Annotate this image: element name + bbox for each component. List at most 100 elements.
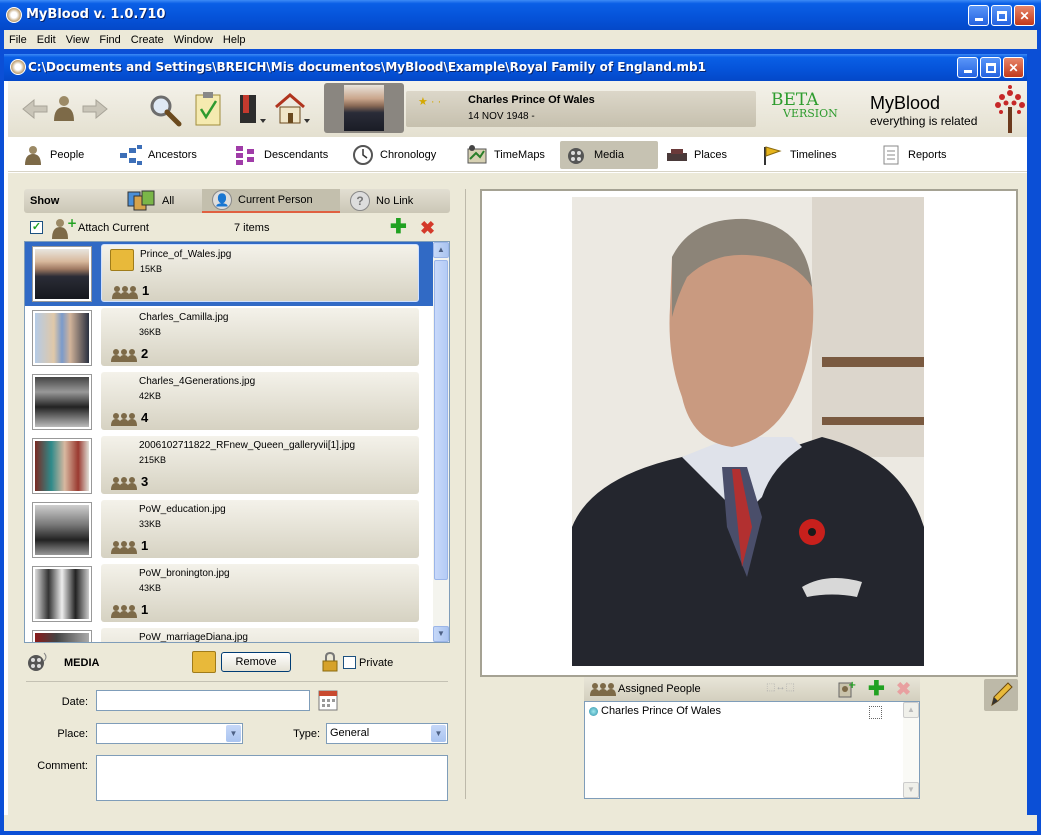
person-circle-icon: 👤 — [212, 190, 232, 210]
media-item[interactable]: PoW_education.jpg 33KB 1 — [25, 498, 434, 562]
date-label: Date: — [48, 696, 88, 708]
remove-icon[interactable]: ✖ — [896, 680, 911, 698]
primary-photo-icon[interactable] — [110, 249, 134, 271]
app-icon[interactable] — [6, 7, 22, 23]
chevron-down-icon[interactable]: ▼ — [431, 725, 446, 742]
assigned-people-header: Assigned People ⬚↔⬚ + ✚ ✖ — [584, 677, 920, 701]
menu-create[interactable]: Create — [126, 34, 169, 46]
assigned-people-list[interactable]: Charles Prince Of Wales ▲ ▼ — [584, 701, 920, 799]
toolbar: ★ · · Charles Prince Of Wales 14 NOV 194… — [8, 81, 1027, 137]
current-person-banner[interactable]: ★ · · Charles Prince Of Wales 14 NOV 194… — [406, 91, 756, 127]
status-bar — [4, 815, 1037, 831]
current-person-photo[interactable] — [324, 83, 404, 133]
show-no-link-option[interactable]: ? No Link — [350, 189, 413, 213]
question-icon: ? — [350, 191, 370, 211]
media-thumbnail — [32, 566, 92, 622]
tab-people[interactable]: People — [16, 141, 90, 169]
doc-maximize-button[interactable] — [980, 57, 1001, 78]
attach-current-checkbox[interactable]: ✓ — [30, 221, 43, 234]
person-icon[interactable] — [52, 95, 76, 121]
show-current-person-option[interactable]: 👤 Current Person — [202, 189, 340, 213]
document-title: C:\Documents and Settings\BREICH\Mis doc… — [28, 60, 706, 74]
checklist-icon[interactable] — [194, 91, 222, 127]
current-person-dates: 14 NOV 1948 - — [468, 111, 535, 122]
list-item[interactable]: Charles Prince Of Wales — [589, 705, 721, 717]
star-icon: ★ · · — [418, 95, 441, 108]
tab-descendants[interactable]: Descendants — [230, 141, 334, 169]
home-icon[interactable] — [274, 93, 310, 127]
media-list-scrollbar[interactable]: ▲ ▼ — [433, 242, 449, 642]
primary-checkbox[interactable] — [869, 706, 882, 719]
menu-window[interactable]: Window — [169, 34, 218, 46]
attach-current-row: ✓ + Attach Current 7 items ✚ ✖ — [24, 217, 450, 239]
type-dropdown[interactable]: General ▼ — [326, 723, 448, 744]
maximize-button[interactable] — [991, 5, 1012, 26]
document-icon[interactable] — [10, 59, 26, 75]
media-action-bar: MEDIA Remove Private — [24, 649, 450, 675]
menu-file[interactable]: File — [4, 34, 32, 46]
ancestors-icon — [120, 145, 142, 165]
forward-arrow-icon[interactable] — [82, 99, 108, 119]
menu-view[interactable]: View — [61, 34, 95, 46]
chevron-down-icon[interactable]: ▼ — [226, 725, 241, 742]
tab-media[interactable]: Media — [560, 141, 658, 169]
people-icon — [111, 540, 137, 554]
tab-chronology[interactable]: Chronology — [346, 141, 442, 169]
add-person-icon[interactable]: + — [838, 680, 856, 698]
tab-places[interactable]: Places — [660, 141, 733, 169]
scroll-up-arrow-icon[interactable]: ▲ — [903, 702, 919, 718]
media-view: Show All 👤 Current Person ? No Link ✓ + … — [8, 173, 1027, 815]
date-field[interactable] — [96, 690, 310, 711]
media-item[interactable]: Charles_Camilla.jpg 36KB 2 — [25, 306, 434, 370]
search-icon[interactable] — [148, 93, 182, 127]
scroll-down-arrow-icon[interactable]: ▼ — [433, 626, 449, 642]
scroll-thumb[interactable] — [434, 260, 448, 580]
tab-ancestors[interactable]: Ancestors — [114, 141, 203, 169]
place-dropdown[interactable]: ▼ — [96, 723, 243, 744]
doc-minimize-button[interactable] — [957, 57, 978, 78]
close-button[interactable]: ✕ — [1014, 5, 1035, 26]
delete-media-icon[interactable]: ✖ — [420, 219, 435, 237]
tab-timemaps[interactable]: TimeMaps — [460, 141, 551, 169]
set-primary-photo-icon[interactable] — [192, 651, 216, 673]
svg-text:+: + — [67, 217, 76, 230]
menu-edit[interactable]: Edit — [32, 34, 61, 46]
calendar-icon[interactable] — [318, 689, 338, 711]
report-icon — [880, 145, 902, 165]
media-item[interactable]: Charles_4Generations.jpg 42KB 4 — [25, 370, 434, 434]
scroll-down-arrow-icon[interactable]: ▼ — [903, 782, 919, 798]
media-item[interactable]: 2006102711822_RFnew_Queen_galleryvii[1].… — [25, 434, 434, 498]
attach-current-label: Attach Current — [78, 222, 149, 234]
edit-pencil-button[interactable] — [984, 679, 1018, 711]
menu-find[interactable]: Find — [94, 34, 125, 46]
show-filter-bar: Show All 👤 Current Person ? No Link — [24, 189, 450, 213]
add-media-icon[interactable]: ✚ — [390, 218, 407, 236]
tab-timelines[interactable]: Timelines — [756, 141, 843, 169]
media-item[interactable]: PoW_bronington.jpg 43KB 1 — [25, 562, 434, 626]
pencil-icon — [984, 679, 1018, 711]
link-arrows-icon[interactable]: ⬚↔⬚ — [766, 682, 795, 693]
preview-photo — [572, 197, 924, 666]
comment-field[interactable] — [96, 755, 448, 801]
back-arrow-icon[interactable] — [22, 99, 48, 119]
panel-splitter[interactable] — [465, 189, 466, 799]
document-titlebar: C:\Documents and Settings\BREICH\Mis doc… — [4, 54, 1027, 81]
media-item[interactable]: Prince_of_Wales.jpg 15KB 1 — [25, 242, 434, 306]
media-item[interactable]: PoW_marriageDiana.jpg — [25, 626, 434, 643]
media-list[interactable]: Prince_of_Wales.jpg 15KB 1 Charles_Camil… — [24, 241, 450, 643]
attach-person-icon: + — [50, 217, 76, 239]
remove-button[interactable]: Remove — [221, 652, 291, 672]
app-title: MyBlood v. 1.0.710 — [26, 7, 165, 22]
doc-close-button[interactable]: ✕ — [1003, 57, 1024, 78]
assigned-list-scrollbar[interactable]: ▲ ▼ — [903, 702, 919, 798]
menu-help[interactable]: Help — [218, 34, 251, 46]
private-checkbox[interactable] — [343, 656, 356, 669]
comment-label: Comment: — [28, 760, 88, 772]
add-icon[interactable]: ✚ — [868, 680, 885, 698]
show-all-option[interactable]: All — [126, 189, 174, 213]
beta-badge: BETAVERSION — [771, 93, 838, 121]
tab-reports[interactable]: Reports — [874, 141, 953, 169]
scroll-up-arrow-icon[interactable]: ▲ — [433, 242, 449, 258]
bookmark-icon[interactable] — [236, 93, 266, 127]
minimize-button[interactable] — [968, 5, 989, 26]
